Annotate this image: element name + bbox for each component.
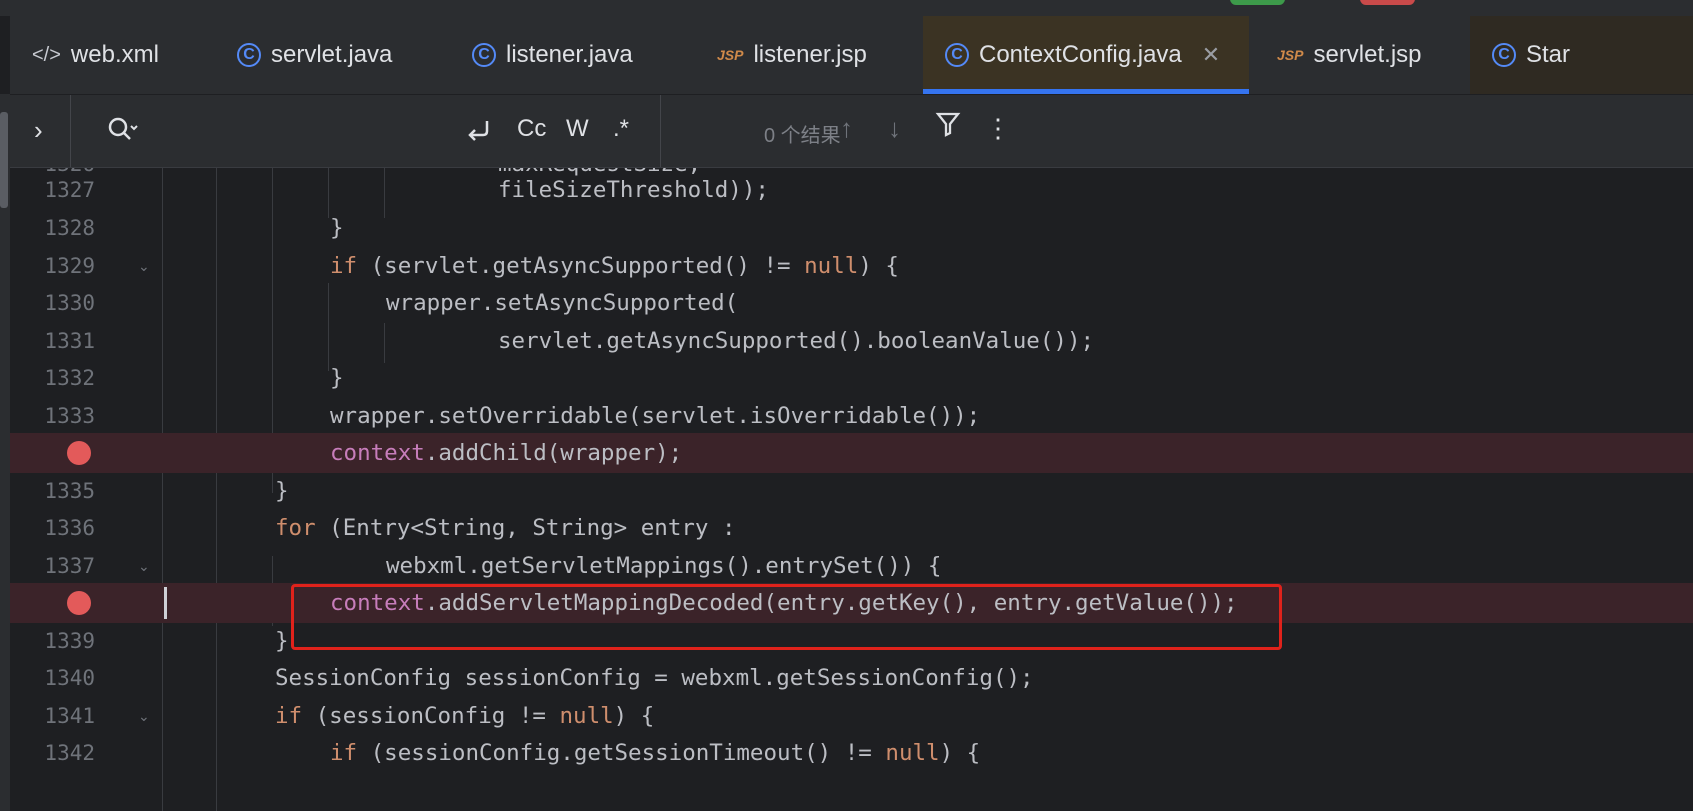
- code-line: 1330 wrapper.setAsyncSupported(: [10, 283, 1693, 323]
- tab-label: servlet.java: [271, 41, 393, 68]
- line-number: 1340: [44, 666, 95, 690]
- filter-icon[interactable]: [935, 109, 961, 146]
- editor-tab-bar: </> web.xml C servlet.java C listener.ja…: [10, 16, 1693, 95]
- fold-chevron-icon[interactable]: ⌄: [138, 258, 150, 275]
- line-number: 1339: [44, 629, 95, 653]
- code-text: }: [275, 478, 289, 504]
- line-number: 1327: [44, 178, 95, 202]
- code-text: context.addChild(wrapper);: [330, 440, 683, 466]
- code-text: if (sessionConfig.getSessionTimeout() !=…: [330, 740, 981, 766]
- tab-servlet-jsp[interactable]: JSP servlet.jsp: [1255, 16, 1475, 94]
- tab-web-xml[interactable]: </> web.xml: [10, 16, 200, 94]
- code-text: SessionConfig sessionConfig = webxml.get…: [275, 665, 1034, 691]
- java-class-icon: C: [1492, 43, 1516, 67]
- code-line: 1342 if (sessionConfig.getSessionTimeout…: [10, 733, 1693, 773]
- left-scroll-rail: [0, 94, 10, 811]
- code-line: 1340 SessionConfig sessionConfig = webxm…: [10, 658, 1693, 698]
- tab-label: ContextConfig.java: [979, 41, 1182, 68]
- tab-listener-jsp[interactable]: JSP listener.jsp: [695, 16, 920, 94]
- breakpoint-icon[interactable]: [67, 441, 91, 465]
- tab-label: Star: [1526, 41, 1571, 68]
- expand-replace-toggle[interactable]: ›: [34, 115, 43, 146]
- match-newline-icon[interactable]: [465, 115, 495, 152]
- line-number: 1329: [44, 254, 95, 278]
- line-number: 1337: [44, 554, 95, 578]
- code-line: 1336 for (Entry<String, String> entry :: [10, 508, 1693, 548]
- code-line: 1328 }: [10, 208, 1693, 248]
- match-case-toggle[interactable]: Cc: [517, 115, 546, 143]
- code-line: 1329 ⌄ if (servlet.getAsyncSupported() !…: [10, 246, 1693, 286]
- code-line: 1341 ⌄ if (sessionConfig != null) {: [10, 696, 1693, 736]
- code-text: wrapper.setAsyncSupported(: [386, 290, 739, 316]
- line-number: 1336: [44, 516, 95, 540]
- breakpoint-icon[interactable]: [67, 591, 91, 615]
- line-number: 1333: [44, 404, 95, 428]
- jsp-file-icon: JSP: [717, 47, 744, 63]
- code-line: 1335 }: [10, 471, 1693, 511]
- code-line-breakpoint: context.addChild(wrapper);: [10, 433, 1693, 473]
- line-number: 1331: [44, 329, 95, 353]
- fold-chevron-icon[interactable]: ⌄: [138, 558, 150, 575]
- regex-toggle[interactable]: .*: [613, 115, 629, 143]
- stop-status-indicator[interactable]: [1360, 0, 1415, 5]
- code-line: 1331 servlet.getAsyncSupported().boolean…: [10, 321, 1693, 361]
- match-word-toggle[interactable]: W: [566, 115, 589, 143]
- tab-contextconfig-java[interactable]: C ContextConfig.java ✕: [923, 16, 1249, 94]
- tab-listener-java[interactable]: C listener.java: [450, 16, 680, 94]
- code-line: 1337 ⌄ webxml.getServletMappings().entry…: [10, 546, 1693, 586]
- search-icon[interactable]: [105, 113, 139, 152]
- code-text: for (Entry<String, String> entry :: [275, 515, 736, 541]
- divider: [70, 95, 71, 167]
- tab-servlet-java[interactable]: C servlet.java: [215, 16, 430, 94]
- tab-label: web.xml: [70, 41, 159, 68]
- java-class-icon: C: [237, 43, 261, 67]
- annotation-highlight-box: [291, 584, 1282, 650]
- left-scrollbar-thumb[interactable]: [0, 112, 8, 208]
- code-text: }: [275, 628, 289, 654]
- code-line: 1327 fileSizeThreshold));: [10, 170, 1693, 210]
- code-text: fileSizeThreshold));: [498, 177, 769, 203]
- previous-occurrence-icon[interactable]: ↑: [840, 113, 853, 144]
- search-result-count: 0 个结果: [764, 125, 841, 147]
- fold-chevron-icon[interactable]: ⌄: [138, 708, 150, 725]
- line-number: 1328: [44, 216, 95, 240]
- code-text: if (servlet.getAsyncSupported() != null)…: [330, 253, 899, 279]
- xml-file-icon: </>: [32, 43, 61, 66]
- line-number: 1335: [44, 479, 95, 503]
- java-class-icon: C: [472, 43, 496, 67]
- close-icon[interactable]: ✕: [1202, 42, 1220, 68]
- tab-star-partial[interactable]: C Star: [1470, 16, 1693, 94]
- code-line: 1333 wrapper.setOverridable(servlet.isOv…: [10, 396, 1693, 436]
- text-caret: [164, 587, 167, 619]
- more-options-icon[interactable]: ⋮: [985, 113, 1011, 144]
- tab-label: servlet.jsp: [1313, 41, 1422, 68]
- find-bar: › Cc W .* 0 个结果 ↑ ↓ ⋮: [10, 95, 1693, 168]
- tab-label: listener.java: [506, 41, 633, 68]
- line-number: 1342: [44, 741, 95, 765]
- line-number: 1341: [44, 704, 95, 728]
- code-text: }: [330, 365, 344, 391]
- java-class-icon: C: [945, 43, 969, 67]
- next-occurrence-icon[interactable]: ↓: [888, 113, 901, 144]
- jsp-file-icon: JSP: [1277, 47, 1304, 63]
- window-top-strip: [0, 0, 1693, 16]
- code-text: servlet.getAsyncSupported().booleanValue…: [498, 328, 1095, 354]
- line-number: 1330: [44, 291, 95, 315]
- run-status-indicator[interactable]: [1230, 0, 1285, 5]
- divider: [660, 95, 661, 167]
- tab-label: listener.jsp: [753, 41, 867, 68]
- code-text: }: [330, 215, 344, 241]
- code-text: wrapper.setOverridable(servlet.isOverrid…: [330, 403, 981, 429]
- code-line: 1332 }: [10, 358, 1693, 398]
- code-editor[interactable]: 1326 maxRequestSize, 1327 fileSizeThresh…: [10, 168, 1693, 811]
- line-number: 1332: [44, 366, 95, 390]
- code-text: webxml.getServletMappings().entrySet()) …: [386, 553, 942, 579]
- code-text: if (sessionConfig != null) {: [275, 703, 655, 729]
